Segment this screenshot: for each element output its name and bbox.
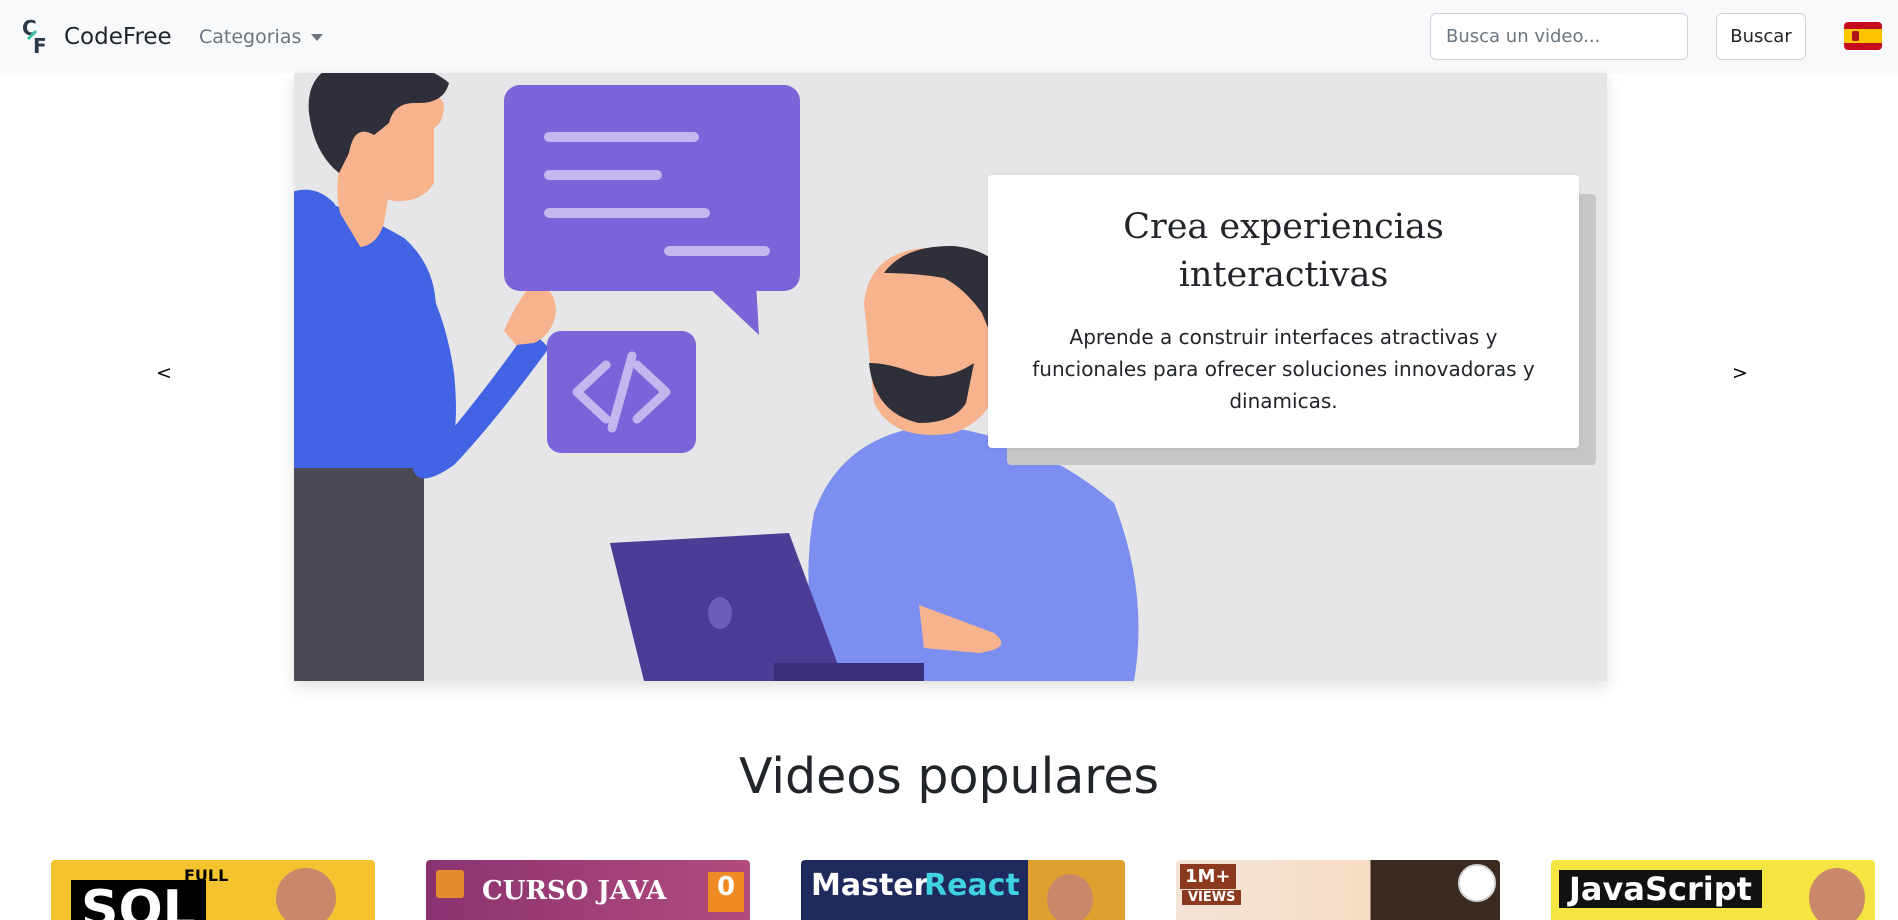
video-card-javascript[interactable]: JavaScript — [1551, 860, 1875, 920]
svg-text:F: F — [33, 34, 47, 57]
search-button[interactable]: Buscar — [1716, 13, 1806, 60]
video-thumb-text-a: Master — [811, 868, 929, 903]
video-badge: 0 — [708, 872, 744, 912]
video-thumb-text: JavaScript — [1559, 870, 1762, 908]
video-card-sql[interactable]: FULL SQL — [51, 860, 375, 920]
codefree-logo-icon: C F — [22, 16, 54, 58]
hero-carousel: Crea experiencias interactivas Aprende a… — [294, 73, 1607, 681]
carousel-next-button[interactable]: > — [1732, 362, 1748, 384]
categories-label: Categorias — [199, 26, 302, 48]
video-thumb-text: CURSO JAVA — [482, 876, 667, 906]
brand-link[interactable]: C F CodeFree — [22, 16, 172, 58]
video-presenter-avatar — [1809, 868, 1865, 920]
video-presenter-avatar — [276, 868, 336, 920]
java-logo-icon — [1458, 864, 1496, 902]
video-card-java-views[interactable]: 1M+ VIEWS — [1176, 860, 1500, 920]
caption-title: Crea experiencias interactivas — [1123, 207, 1444, 295]
video-thumb-text-b: React — [924, 868, 1020, 903]
carousel-caption: Crea experiencias interactivas Aprende a… — [988, 175, 1579, 448]
categories-dropdown[interactable]: Categorias — [199, 24, 324, 50]
section-title: Videos populares — [738, 748, 1160, 805]
video-thumb-text: 1M+ — [1180, 864, 1236, 889]
caret-down-icon — [311, 33, 324, 41]
brand-name: CodeFree — [64, 24, 172, 50]
video-card-java[interactable]: CURSO JAVA 0 — [426, 860, 750, 920]
spain-flag-icon[interactable] — [1844, 22, 1882, 50]
video-thumb-text: SQL — [71, 880, 206, 920]
navbar: C F CodeFree Categorias Buscar — [0, 0, 1898, 73]
caption-text: Aprende a construir interfaces atractiva… — [1032, 325, 1535, 413]
video-card-react[interactable]: Master React — [801, 860, 1125, 920]
java-logo-icon — [436, 870, 464, 898]
search-input[interactable] — [1430, 13, 1688, 60]
carousel-prev-button[interactable]: < — [156, 362, 172, 384]
video-badge: VIEWS — [1182, 890, 1242, 905]
video-presenter-avatar — [1047, 874, 1093, 920]
